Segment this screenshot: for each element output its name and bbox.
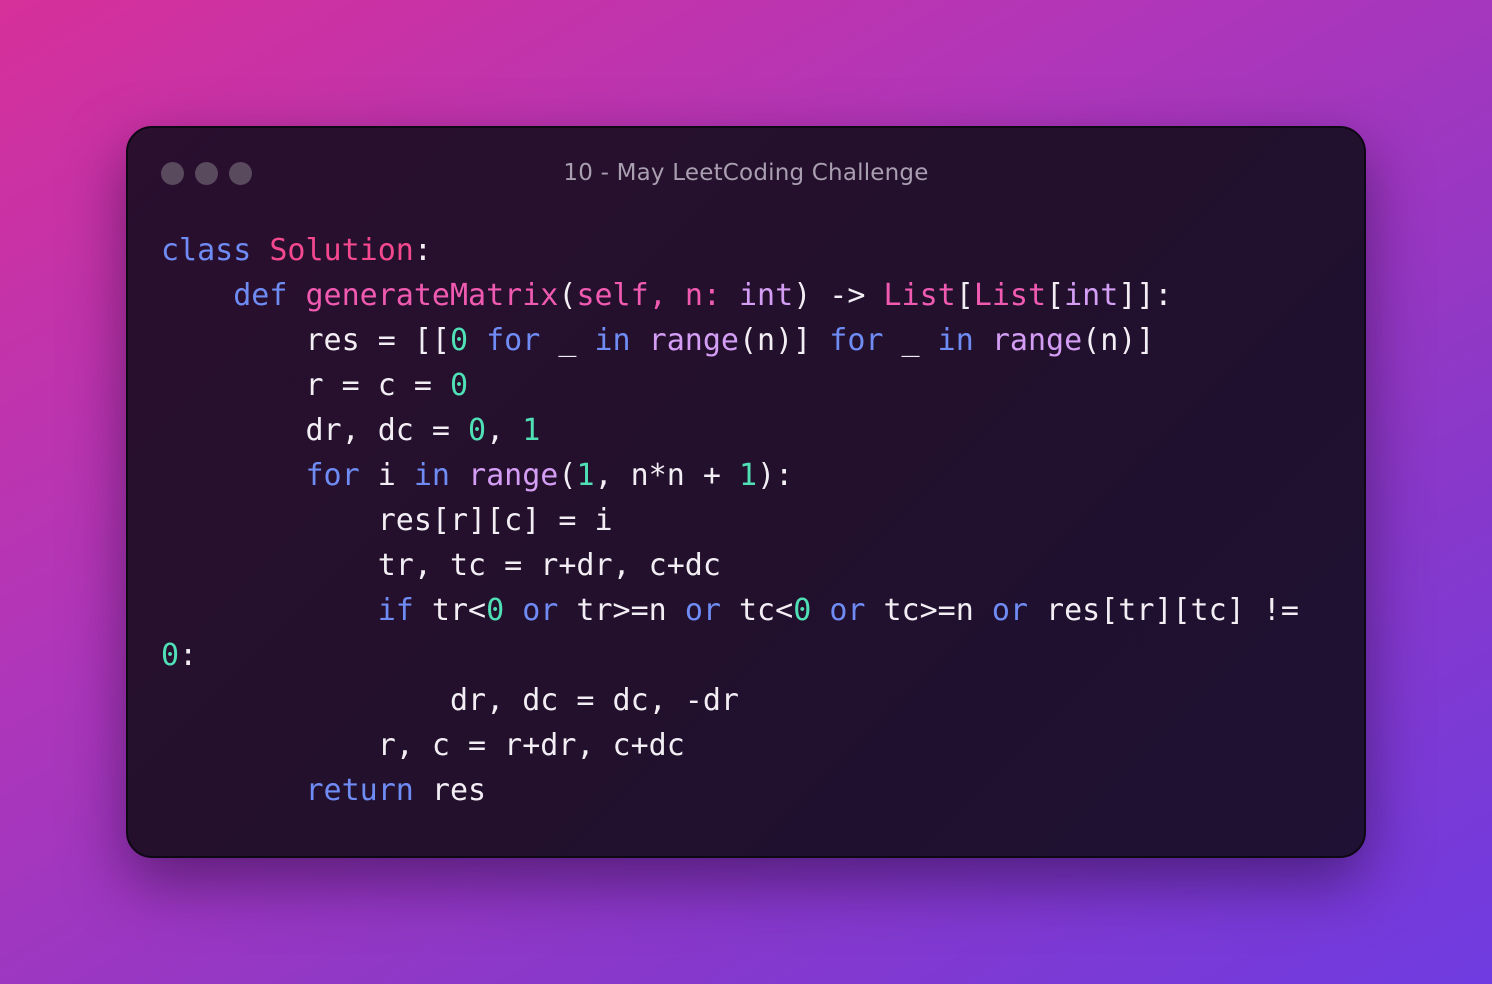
code-token: res[tr][tc] != [1028, 593, 1299, 628]
code-token: tr< [413, 593, 487, 628]
code-token-self: self [576, 278, 649, 313]
code-token: : [413, 233, 432, 268]
code-token: , [486, 413, 523, 448]
code-token-num: 1 [576, 458, 595, 493]
code-token: ]]: [1118, 278, 1173, 313]
code-token-num: 0 [468, 413, 487, 448]
code-token: ) -> [793, 278, 884, 313]
code-token-self: , [648, 278, 685, 313]
code-token: tc< [720, 593, 794, 628]
code-token-num: 0 [449, 323, 469, 358]
code-token-bi: range [468, 458, 559, 493]
code-token-typ: List [973, 278, 1047, 313]
code-token: (n)] [738, 323, 830, 358]
code-token-kw: or [829, 593, 866, 628]
code-token: _ [540, 323, 595, 358]
code-window: 10 - May LeetCoding Challenge class Solu… [126, 126, 1366, 858]
code-token-bi: int [739, 278, 794, 313]
code-line: dr, dc = dc, -dr [161, 678, 1299, 723]
code-token-num: 0 [161, 638, 180, 673]
code-token-kw: for [486, 323, 541, 358]
code-token-kw: if [377, 593, 414, 628]
code-token: i [359, 458, 414, 493]
code-line: 0: [161, 633, 1299, 678]
code-line: for i in range(1, n*n + 1): [161, 453, 1299, 498]
code-token: [ [955, 278, 974, 313]
code-line: res = [[0 for _ in range(n)] for _ in ra… [161, 318, 1299, 363]
code-token-kw: def [233, 278, 288, 313]
code-line: r = c = 0 [161, 363, 1299, 408]
code-token: [ [1046, 278, 1065, 313]
code-token-kw: or [684, 593, 721, 628]
code-token-self: n: [684, 278, 721, 313]
code-token-bi: range [991, 323, 1083, 358]
code-token: dr, dc = dc, -dr [161, 683, 739, 718]
code-token: , n*n + [594, 458, 739, 493]
code-token-cls: Solution [269, 233, 414, 268]
code-line: class Solution: [161, 228, 1299, 273]
code-token: : [179, 638, 198, 673]
code-line: return res [161, 768, 1299, 813]
code-token-num: 0 [486, 593, 505, 628]
code-token-bi: range [648, 323, 739, 358]
code-token-kw: in [594, 323, 631, 358]
code-token-kw: class [161, 233, 252, 268]
code-token-num: 0 [793, 593, 812, 628]
code-token-kw: in [413, 458, 450, 493]
code-token: res = [[ [161, 323, 450, 358]
window-titlebar: 10 - May LeetCoding Challenge [128, 128, 1364, 224]
code-token: ( [558, 278, 577, 313]
code-token-bi: int [1064, 278, 1119, 313]
code-token-kw: return [305, 773, 414, 808]
code-token-kw: in [937, 323, 974, 358]
code-token-kw: for [829, 323, 884, 358]
code-line: def generateMatrix(self, n: int) -> List… [161, 273, 1299, 318]
code-token: tr>=n [558, 593, 685, 628]
code-token: tr, tc = r+dr, c+dc [161, 548, 721, 583]
code-token: tc>=n [865, 593, 992, 628]
code-token-kw: or [991, 593, 1028, 628]
code-token: r, c = r+dr, c+dc [161, 728, 685, 763]
code-block: class Solution: def generateMatrix(self,… [161, 228, 1299, 813]
code-token-kw: or [522, 593, 559, 628]
code-token-num: 1 [522, 413, 541, 448]
code-token-kw: for [305, 458, 360, 493]
code-token-typ: List [883, 278, 956, 313]
code-token-fn: generateMatrix [305, 278, 559, 313]
code-token: dr, dc = [161, 413, 469, 448]
code-token: ): [757, 458, 794, 493]
code-token: r = c = [161, 368, 450, 403]
code-token-num: 1 [739, 458, 758, 493]
code-token-num: 0 [449, 368, 469, 403]
code-token: res[r][c] = i [161, 503, 613, 538]
code-line: dr, dc = 0, 1 [161, 408, 1299, 453]
code-line: if tr<0 or tr>=n or tc<0 or tc>=n or res… [161, 588, 1299, 633]
code-token: res [413, 773, 487, 808]
code-token: (n)] [1082, 323, 1155, 358]
code-line: r, c = r+dr, c+dc [161, 723, 1299, 768]
window-title: 10 - May LeetCoding Challenge [563, 160, 929, 186]
code-line: tr, tc = r+dr, c+dc [161, 543, 1299, 588]
code-line: res[r][c] = i [161, 498, 1299, 543]
code-token: ( [558, 458, 577, 493]
code-token: _ [883, 323, 938, 358]
